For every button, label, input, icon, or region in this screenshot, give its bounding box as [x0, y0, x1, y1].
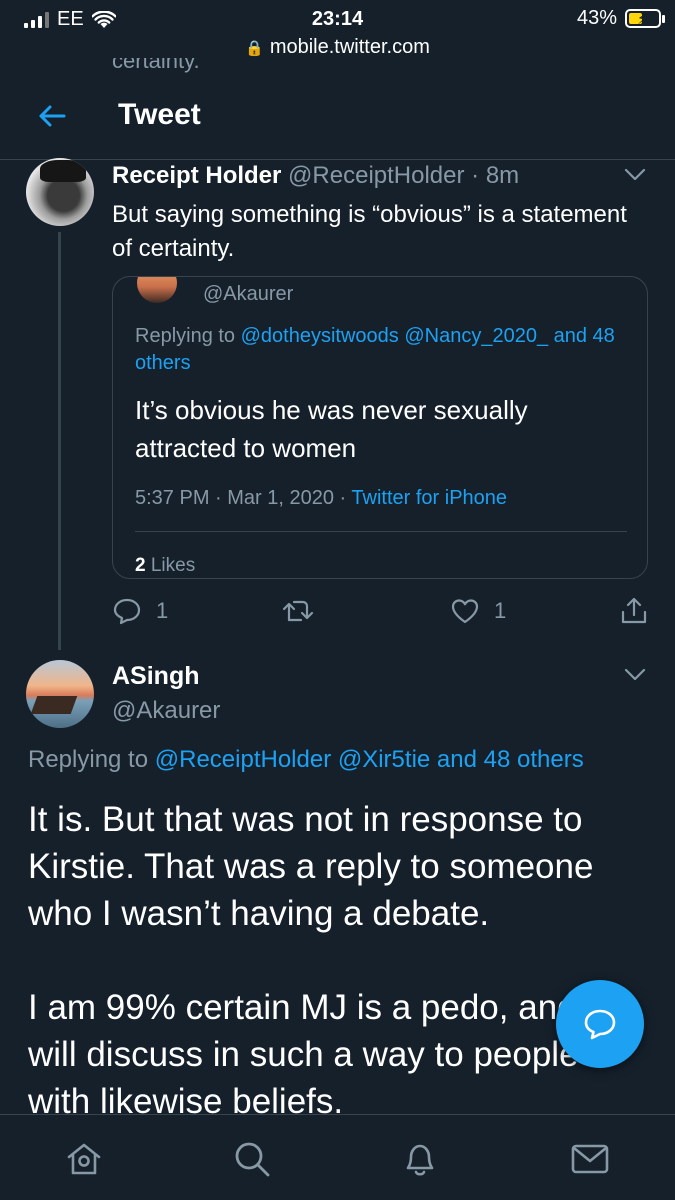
- retweet-button[interactable]: [282, 596, 314, 626]
- back-button[interactable]: [34, 98, 70, 134]
- like-count: 1: [494, 598, 507, 623]
- tweet-header: Receipt Holder @ReceiptHolder · 8m: [112, 162, 519, 190]
- tweet-paragraph: It is. But that was not in response to K…: [28, 800, 594, 933]
- quoted-tweet[interactable]: @Akaurer Replying to @dotheysitwoods @Na…: [112, 276, 648, 579]
- tweet-text: But saying something is “obvious” is a s…: [112, 201, 627, 262]
- nav-home[interactable]: [62, 1137, 106, 1181]
- reply-count: 1: [156, 598, 169, 623]
- replying-to: Replying to @ReceiptHolder @Xir5tie and …: [28, 746, 584, 773]
- clock: 23:14: [311, 8, 364, 30]
- compose-reply-button[interactable]: [556, 980, 644, 1068]
- page: EE 23:14 43% ⚡ 🔒 mobile.twitter.com certa…: [0, 0, 675, 1200]
- avatar[interactable]: [26, 158, 94, 226]
- heart-icon: [451, 599, 479, 624]
- retweet-icon: [282, 600, 314, 622]
- battery-percent: 43%: [576, 7, 617, 29]
- notifications-icon: [406, 1144, 434, 1176]
- nav-messages[interactable]: [568, 1137, 612, 1181]
- tweet-time: · 8m: [471, 162, 520, 189]
- quoted-timestamp: 5:37 PM · Mar 1, 2020 ·: [135, 487, 347, 509]
- like-button[interactable]: 1: [450, 596, 506, 626]
- page-title: Tweet: [118, 98, 201, 131]
- scrolled-tweet-peek: certainty.: [112, 58, 200, 73]
- nav-search[interactable]: [230, 1137, 274, 1181]
- share-button[interactable]: [620, 596, 648, 626]
- mentions-link[interactable]: @ReceiptHolder @Xir5tie and 48 others: [155, 746, 584, 773]
- quoted-likes[interactable]: 2 Likes: [135, 555, 195, 577]
- author-name[interactable]: ASingh: [112, 662, 200, 691]
- lock-icon: 🔒: [245, 40, 264, 57]
- avatar[interactable]: [26, 660, 94, 728]
- chevron-down-icon[interactable]: [624, 668, 646, 682]
- tweet-actions: 1 1: [112, 596, 652, 628]
- status-right: 43% ⚡: [576, 7, 665, 30]
- messages-icon: [571, 1144, 609, 1174]
- home-icon: [67, 1143, 101, 1175]
- reply-icon: [113, 598, 141, 625]
- tweet-paragraph: I am 99% certain MJ is a pedo, and will …: [28, 988, 579, 1121]
- compose-reply-icon: [584, 1009, 616, 1040]
- chevron-down-icon[interactable]: [624, 168, 646, 182]
- share-icon: [621, 597, 647, 624]
- divider: [135, 531, 627, 532]
- status-bar: EE 23:14 43% ⚡: [0, 0, 675, 38]
- quoted-avatar: [137, 277, 177, 303]
- quoted-replying-to: Replying to @dotheysitwoods @Nancy_2020_…: [135, 325, 615, 374]
- thread-connector: [58, 232, 61, 650]
- reply-button[interactable]: 1: [112, 596, 168, 626]
- battery-icon: ⚡: [625, 9, 665, 28]
- url-text: mobile.twitter.com: [269, 36, 430, 58]
- quoted-handle: @Akaurer: [203, 283, 294, 305]
- search-icon: [235, 1142, 270, 1177]
- quoted-text: It’s obvious he was never sexually attra…: [135, 395, 528, 463]
- quoted-source-link[interactable]: Twitter for iPhone: [351, 487, 507, 509]
- arrow-left-icon: [39, 105, 66, 127]
- nav-notifications[interactable]: [398, 1137, 442, 1181]
- page-header: Tweet: [0, 76, 675, 160]
- quoted-meta: 5:37 PM · Mar 1, 2020 · Twitter for iPho…: [135, 487, 507, 510]
- author-name[interactable]: Receipt Holder: [112, 162, 281, 189]
- bottom-nav: [0, 1114, 675, 1200]
- author-handle[interactable]: @Akaurer: [112, 697, 220, 725]
- author-handle[interactable]: @ReceiptHolder: [288, 162, 464, 189]
